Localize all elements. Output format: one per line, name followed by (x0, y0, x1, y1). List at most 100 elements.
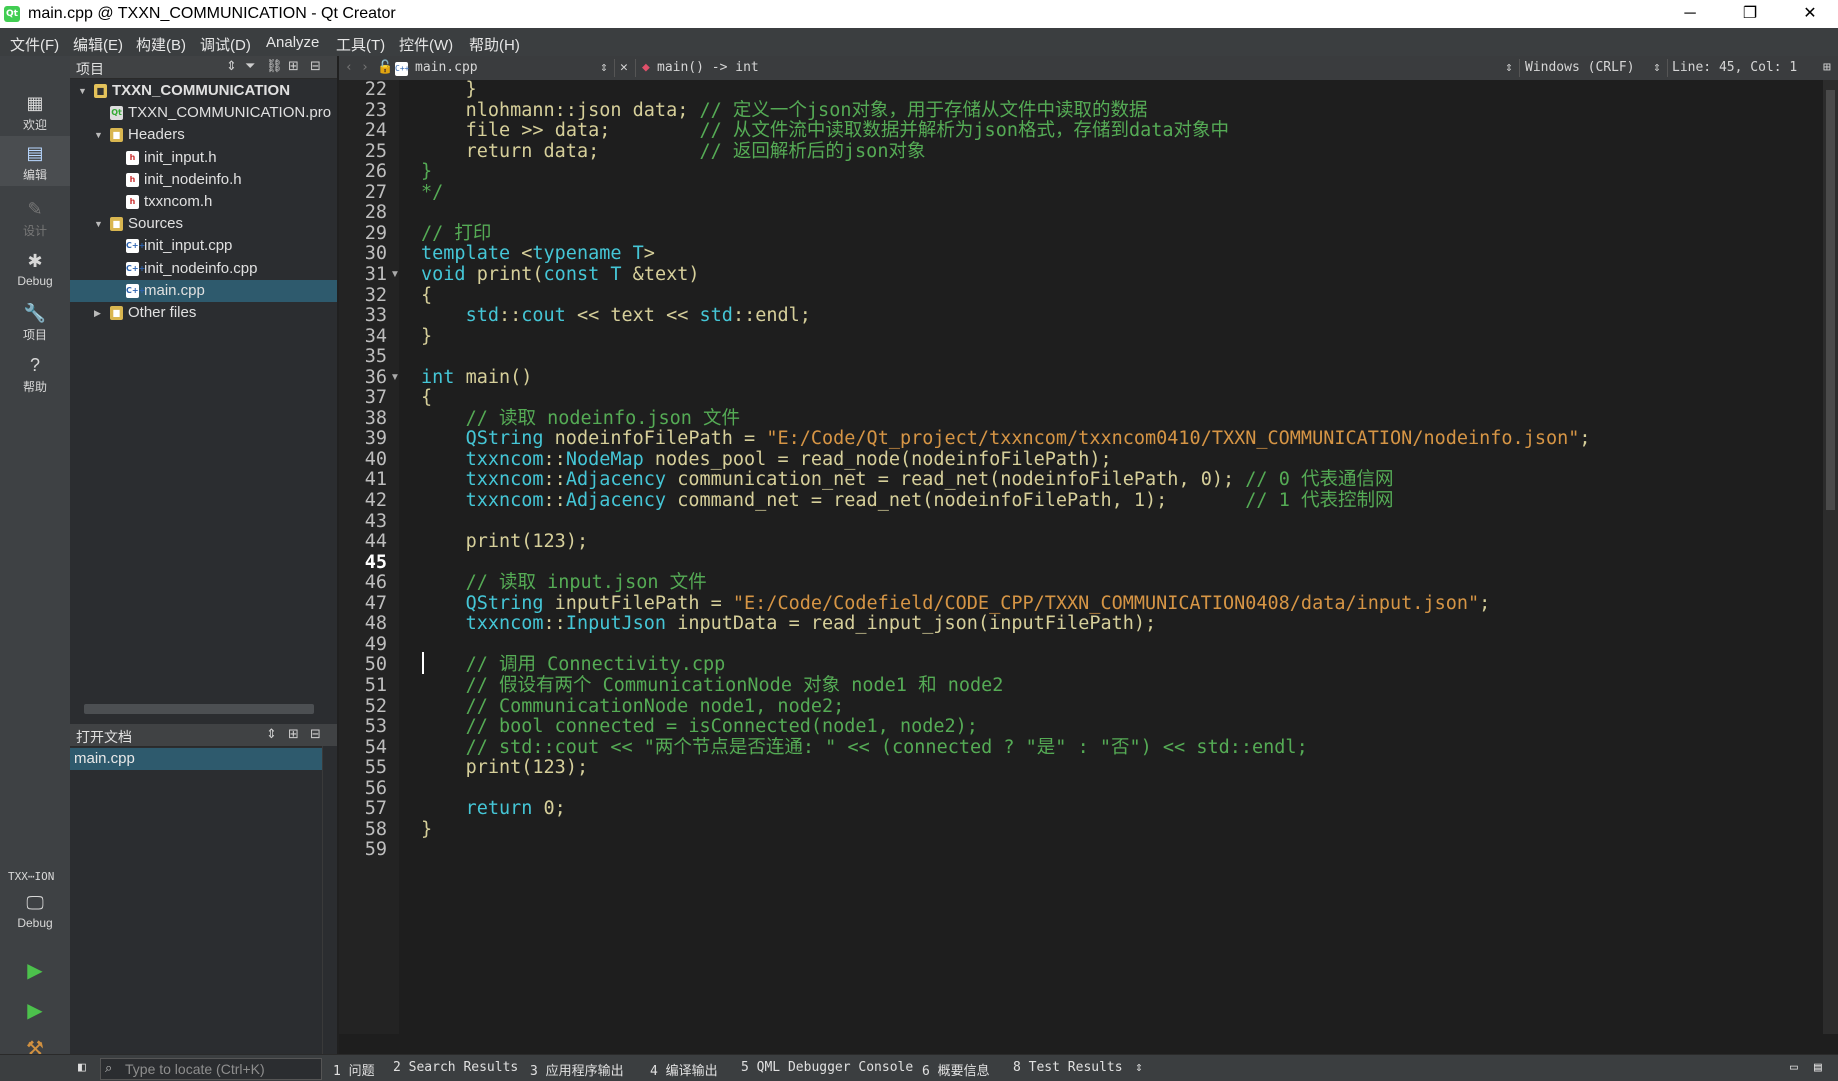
mode-help-label: 帮助 (22, 380, 47, 394)
pane-issues[interactable]: 1 问题 (333, 1060, 375, 1079)
mode-projects[interactable]: 🔧 项目 (0, 296, 70, 346)
close-document-icon[interactable]: ✕ (620, 60, 628, 75)
open-documents-scrollbar[interactable] (322, 746, 337, 1054)
link-icon[interactable]: ⛓ (266, 58, 283, 74)
collapse-arrow-icon[interactable]: ▶ (94, 302, 101, 324)
menu-tools[interactable]: 工具(T) (336, 34, 385, 55)
locator-input[interactable] (123, 1059, 317, 1079)
close-pane-icon[interactable]: ⊟ (310, 58, 321, 74)
projects-pane-title: 项目 (76, 61, 104, 77)
menu-help[interactable]: 帮助(H) (469, 34, 520, 55)
menu-analyze[interactable]: Analyze (266, 34, 319, 51)
pane-compile-output[interactable]: 4 编译输出 (650, 1060, 718, 1079)
line-number-gutter[interactable]: 22 23 24 25 26 27 28 29 30 31 ▼ 32 33 34 35 36 ▼ 37 38 39 40… (339, 79, 400, 1034)
project-tree-item[interactable]: Qt TXXN_COMMUNICATION.pro (70, 102, 337, 124)
symbol-selector[interactable]: main() -> int (657, 60, 759, 75)
code-line: txxncom::Adjacency command_net = read_ne… (465, 490, 1394, 511)
project-icon: ▆ (94, 84, 107, 98)
open-documents-title: 打开文档 (76, 729, 132, 745)
back-arrow-icon[interactable]: ‹ (345, 60, 353, 75)
document-selector[interactable]: main.cpp (415, 60, 478, 75)
mode-edit[interactable]: ▤ 编辑 (0, 136, 70, 186)
kit-selector[interactable]: 🖵 Debug (0, 886, 70, 936)
maximize-button[interactable]: ❐ (1722, 0, 1778, 28)
status-bar: ◧ ⌕ 1 问题 2 Search Results 3 应用程序输出 4 编译输… (0, 1054, 1838, 1081)
close-pane-icon[interactable]: ⊟ (310, 726, 321, 742)
project-tree-item[interactable]: h txxncom.h (70, 191, 337, 213)
toolbar-divider (1519, 59, 1520, 77)
toolbar-divider (635, 59, 636, 77)
file-icon: h (126, 150, 139, 165)
view-switch-icon[interactable]: ⇕ (226, 58, 237, 74)
mode-debug-label: Debug (17, 274, 53, 288)
projects-hscrollbar[interactable] (70, 702, 337, 716)
project-tree-item-label: init_input.h (144, 148, 217, 166)
expand-arrow-icon[interactable]: ▼ (78, 80, 87, 102)
pane-search-results[interactable]: 2 Search Results (393, 1060, 518, 1075)
code-line: } (421, 818, 433, 840)
document-icon: ▤ (26, 143, 44, 163)
split-icon[interactable]: ⊞ (288, 58, 299, 74)
wrench-icon: 🔧 (23, 303, 47, 323)
menu-build[interactable]: 构建(B) (136, 34, 186, 55)
project-tree-item[interactable]: C++ init_input.cpp (70, 235, 337, 257)
search-icon: ⌕ (105, 1060, 113, 1075)
mode-welcome[interactable]: ▦ 欢迎 (0, 86, 70, 136)
menu-file[interactable]: 文件(F) (10, 34, 59, 55)
line-ending-arrow-icon[interactable]: ⇕ (1653, 60, 1661, 75)
close-button[interactable]: ✕ (1782, 0, 1838, 28)
pane-general-messages[interactable]: 6 概要信息 (922, 1060, 990, 1079)
project-tree-item[interactable]: C++ init_nodeinfo.cpp (70, 258, 337, 280)
toggle-sidebar-icon[interactable]: ◧ (78, 1060, 86, 1075)
progress-details-icon[interactable]: ▭ (1790, 1060, 1798, 1075)
project-tree-item[interactable]: h init_nodeinfo.h (70, 169, 337, 191)
pane-test-results[interactable]: 8 Test Results (1013, 1060, 1123, 1075)
view-switch-icon[interactable]: ⇕ (266, 726, 277, 742)
pane-application-output[interactable]: 3 应用程序输出 (530, 1060, 624, 1079)
locator[interactable]: ⌕ (100, 1058, 322, 1080)
expand-arrow-icon[interactable]: ▼ (94, 124, 103, 146)
debug-play-icon: ▶ (27, 1000, 43, 1022)
forward-arrow-icon[interactable]: › (361, 60, 369, 75)
project-tree-item-label: Other files (128, 304, 197, 321)
editor-scroll-thumb[interactable] (1826, 90, 1835, 510)
mode-help[interactable]: ? 帮助 (0, 348, 70, 398)
project-tree-item-label: init_nodeinfo.h (144, 170, 242, 188)
scroll-thumb[interactable] (84, 704, 314, 714)
editor-vscrollbar[interactable] (1823, 80, 1838, 1034)
minimize-button[interactable]: ─ (1662, 0, 1718, 28)
function-symbol-icon: ◆ (642, 60, 650, 75)
mode-design[interactable]: ✎ 设计 (0, 192, 70, 242)
symbol-selector-arrow-icon[interactable]: ⇕ (1505, 60, 1513, 75)
code-line: } (421, 325, 433, 347)
open-document-item[interactable]: main.cpp (70, 748, 324, 770)
project-tree-item[interactable]: C++ main.cpp (70, 279, 337, 302)
more-panes-arrow-icon[interactable]: ⇕ (1135, 1060, 1143, 1075)
document-selector-arrow-icon[interactable]: ⇕ (600, 60, 608, 75)
file-icon: C++ (126, 261, 145, 276)
menu-debug[interactable]: 调试(D) (200, 34, 251, 55)
expand-arrow-icon[interactable]: ▼ (94, 213, 103, 235)
project-tree-item[interactable]: ▼ ▆ Headers (70, 124, 337, 146)
project-tree-item-label: txxncom.h (144, 193, 213, 210)
output-toggle-icon[interactable]: ▤ (1814, 1060, 1822, 1075)
file-icon: h (126, 172, 139, 187)
split-editor-icon[interactable]: ⊞ (1823, 60, 1831, 75)
project-tree-item[interactable]: ▼ ▆ TXXN_COMMUNICATION (70, 80, 337, 102)
menu-edit[interactable]: 编辑(E) (73, 34, 123, 55)
cursor-position[interactable]: Line: 45, Col: 1 (1672, 60, 1797, 75)
line-ending-selector[interactable]: Windows (CRLF) (1525, 60, 1635, 75)
menu-widgets[interactable]: 控件(W) (399, 34, 453, 55)
filter-icon[interactable]: ⏷ (245, 58, 255, 74)
run-button[interactable]: ▶ (20, 956, 50, 986)
file-type-icon: C++ (395, 60, 409, 76)
text-cursor (422, 652, 424, 674)
code-editor[interactable]: } nlohmann::json data; // 定义一个json对象，用于存… (399, 80, 1823, 1034)
split-icon[interactable]: ⊞ (288, 726, 299, 742)
project-tree-item[interactable]: ▼ ▆ Sources (70, 213, 337, 235)
pane-qml-debugger-console[interactable]: 5 QML Debugger Console (741, 1060, 913, 1075)
project-tree-item[interactable]: h init_input.h (70, 147, 337, 169)
mode-debug[interactable]: ✱ Debug (0, 244, 70, 294)
project-tree-item[interactable]: ▶ ▆ Other files (70, 302, 337, 324)
debug-run-button[interactable]: ▶ (20, 996, 50, 1026)
